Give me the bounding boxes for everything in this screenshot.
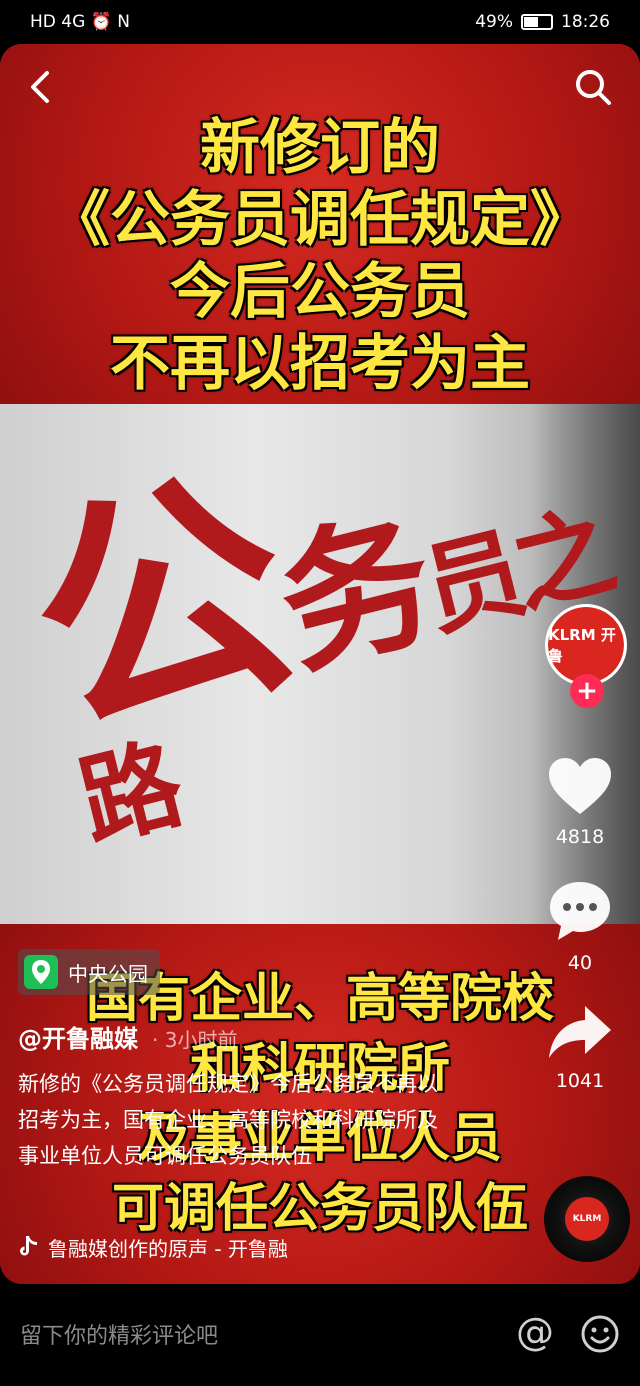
music-title: 鲁融媒创作的原声 - 开鲁融	[48, 1236, 288, 1261]
comment-input[interactable]: 留下你的精彩评论吧	[20, 1318, 218, 1350]
location-tag[interactable]: 中央公园	[18, 949, 160, 995]
comment-bubble-icon	[550, 882, 610, 940]
status-bar: HD 4G ⏰ N 49% 18:26	[0, 0, 640, 44]
share-button[interactable]: 1041	[520, 1004, 640, 1092]
music-row[interactable]: 鲁融媒创作的原声 - 开鲁融	[18, 1232, 358, 1262]
network-icons: HD 4G ⏰ N	[30, 12, 130, 32]
video-description[interactable]: 新修的《公务员调任规定》今后公务员不再以招考为主，国有企业、高等院校和科研院所及…	[18, 1066, 458, 1174]
post-time: · 3小时前	[152, 1028, 238, 1052]
tiktok-note-icon	[20, 1236, 37, 1256]
comment-button[interactable]: 40	[520, 880, 640, 974]
heart-icon	[549, 758, 611, 814]
emoji-icon[interactable]	[580, 1314, 620, 1354]
like-button[interactable]: 4818	[520, 756, 640, 848]
action-rail: KLRM 开鲁 + 4818 40 1041 KLRM	[520, 44, 640, 1284]
mention-button[interactable]: @	[516, 1310, 554, 1354]
video-player[interactable]: 公务员之路 新修订的 《公务员调任规定》 今后公务员 不再以招考为主 国有企业、…	[0, 44, 640, 1284]
author-handle[interactable]: @开鲁融媒	[18, 1019, 138, 1054]
location-pin-icon	[24, 955, 58, 989]
disc-label: KLRM	[565, 1197, 609, 1241]
status-icons-right: 49% 18:26	[475, 12, 610, 32]
battery-icon	[521, 14, 553, 30]
battery-percent: 49%	[475, 12, 513, 32]
comment-count: 40	[567, 952, 593, 974]
share-arrow-icon	[549, 1006, 611, 1058]
back-button[interactable]	[18, 64, 64, 110]
like-count: 4818	[555, 826, 605, 848]
chevron-left-icon	[31, 71, 49, 103]
location-label: 中央公园	[68, 961, 148, 986]
music-disc[interactable]: KLRM	[544, 1176, 630, 1262]
klrm-logo: KLRM 开鲁	[548, 607, 624, 683]
comment-bar: 留下你的精彩评论吧 @	[0, 1286, 640, 1386]
clock: 18:26	[561, 12, 610, 32]
status-icons-left: HD 4G ⏰ N	[30, 12, 130, 32]
author-row: @开鲁融媒 · 3小时前	[18, 1019, 237, 1054]
share-count: 1041	[555, 1070, 605, 1092]
follow-button[interactable]: +	[570, 674, 604, 708]
